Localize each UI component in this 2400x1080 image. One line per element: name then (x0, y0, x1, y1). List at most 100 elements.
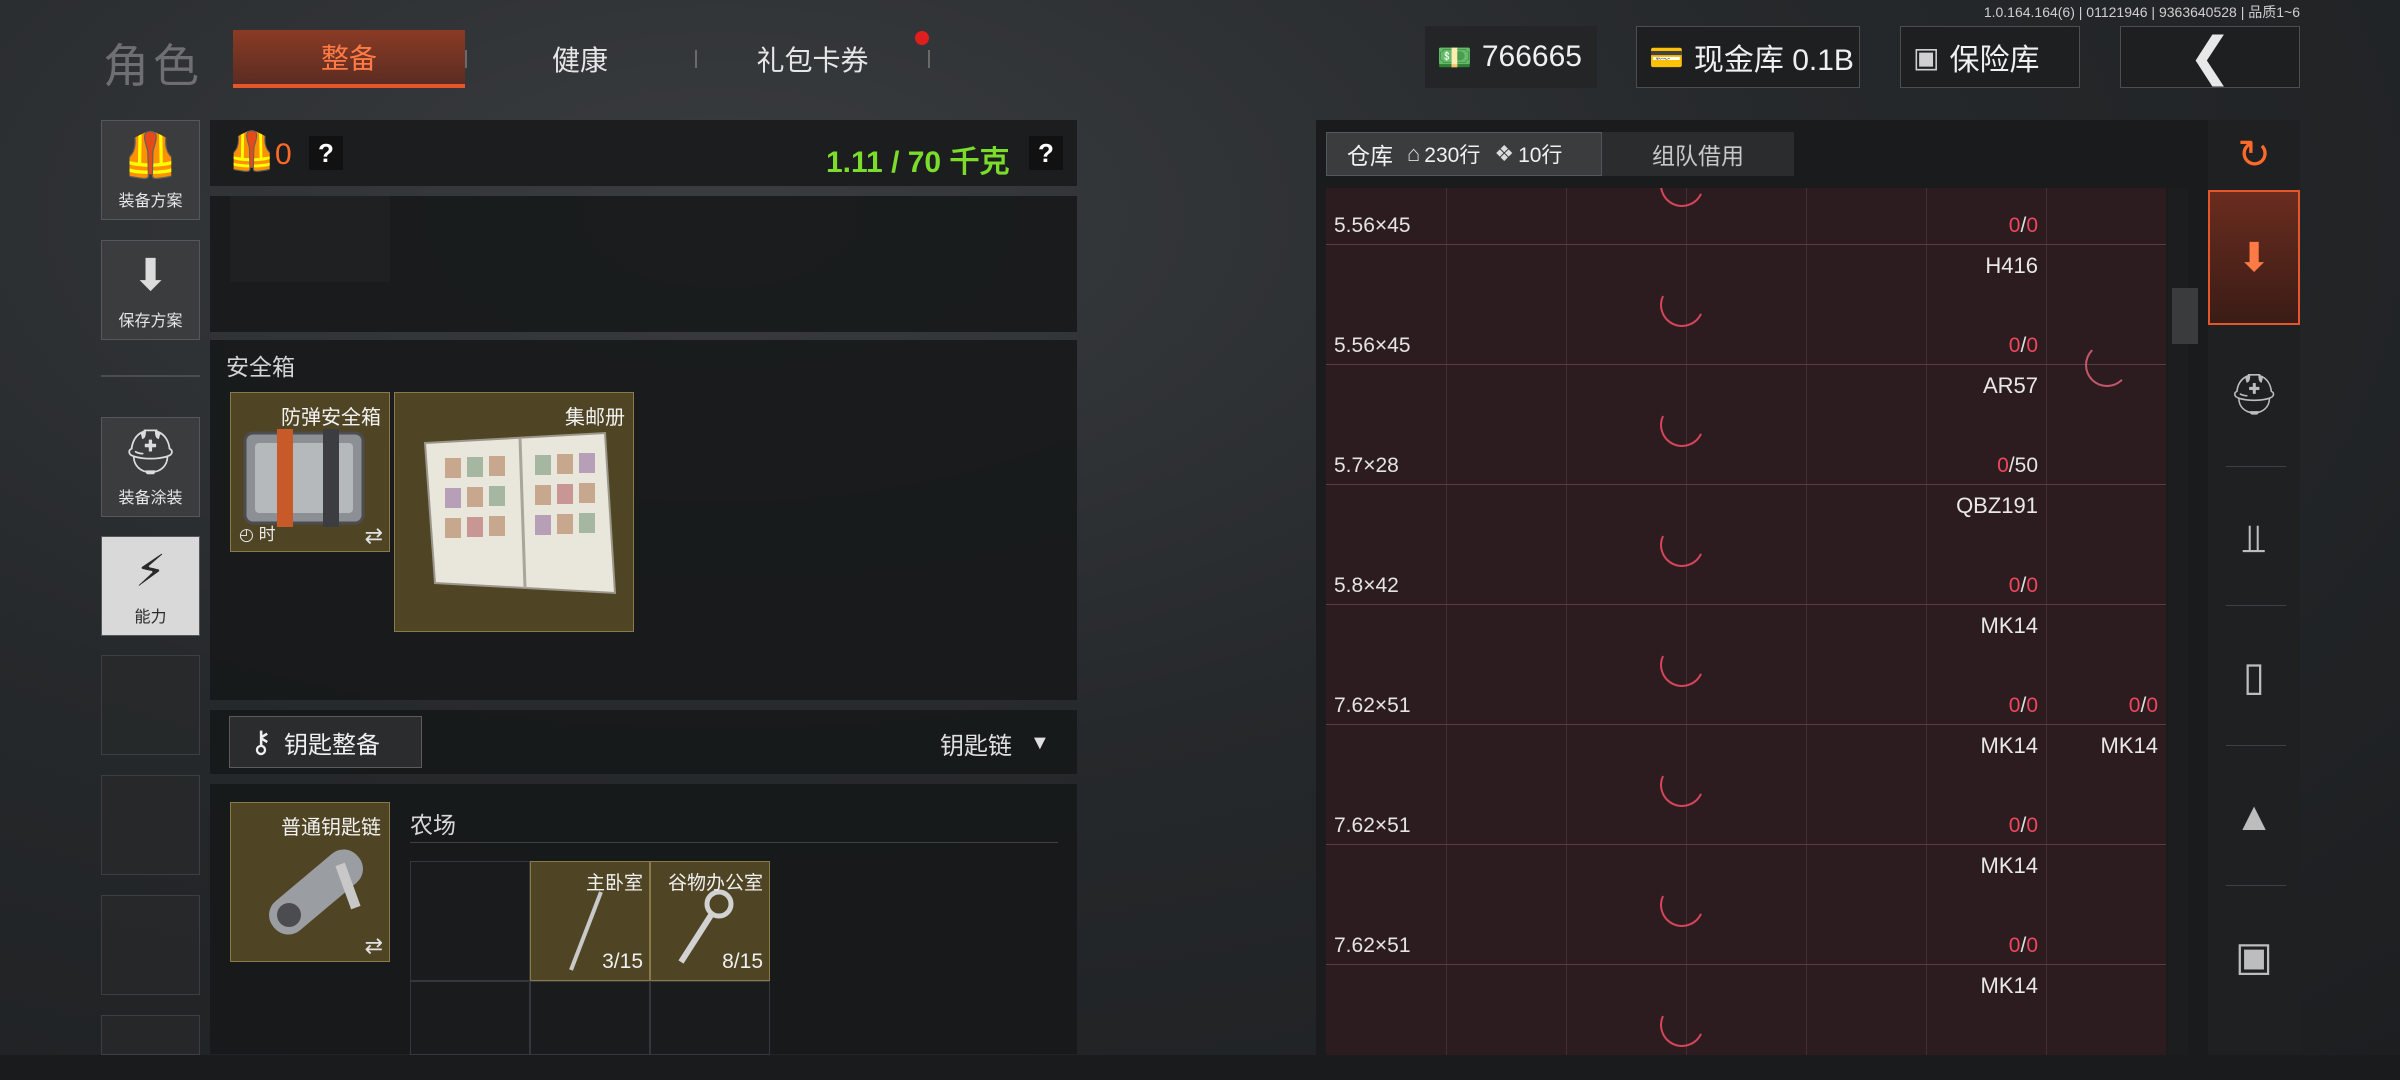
gear-slot[interactable] (230, 196, 390, 282)
ammo-loaded: 0 (2008, 574, 2021, 597)
insurance-button[interactable]: ▣ 保险库 (1900, 26, 2080, 88)
stash-row[interactable]: QBZ191 5.8×42 0/0 (1326, 484, 2166, 604)
rail-ability[interactable]: ⚡ 能力 (101, 536, 200, 636)
divider (2226, 466, 2286, 467)
sort-icon[interactable]: ⬇ (2208, 190, 2300, 325)
tab-team-borrow[interactable]: 组队借用 (1602, 132, 1794, 176)
key-name: 主卧室 (585, 873, 643, 894)
swap-icon[interactable]: ⇄ (365, 523, 383, 549)
grid-column-line (2046, 245, 2047, 364)
tab-equip[interactable]: 整备 (233, 30, 465, 88)
stash-row[interactable]: MK14 (1326, 964, 2166, 1055)
tab-divider (928, 50, 930, 68)
grid-column-line (1566, 365, 1567, 484)
ammo-loaded: 0 (2008, 814, 2021, 837)
stamp-album-item[interactable]: 集邮册 (394, 392, 634, 632)
grid-column-line (1566, 725, 1567, 844)
loading-spinner (1653, 276, 1711, 334)
stash-row[interactable]: AR57 5.7×28 0/50 (1326, 364, 2166, 484)
grid-column-line (2046, 845, 2047, 964)
ammo-loaded: 0 (1997, 454, 2009, 477)
key-slot-empty[interactable] (650, 981, 770, 1055)
grid-column-line (1446, 245, 1447, 364)
stack-refresh-icon[interactable]: ↻ (2208, 120, 2300, 190)
grid-column-line (1446, 188, 1447, 244)
grid-column-line (2046, 365, 2047, 484)
ammo-count: 0/0 (2009, 814, 2038, 838)
download-icon: ⬇ (132, 251, 169, 300)
rail-save-plan[interactable]: ⬇ 保存方案 (101, 240, 200, 340)
loading-spinner (1653, 876, 1711, 934)
ammo-loaded: 0 (2008, 214, 2021, 237)
tab-stash[interactable]: 仓库 ⌂ 230行 ❖ 10行 (1326, 132, 1602, 176)
weapon-name: H416 (1985, 253, 2038, 278)
ammo-count: 0/0 (2009, 694, 2038, 718)
key-slot[interactable]: 主卧室 3/15 (530, 861, 650, 981)
magazine-icon[interactable]: ▯ (2208, 608, 2300, 746)
vest-icon: 🦺 (228, 131, 276, 173)
page-title: 角色 (103, 40, 203, 92)
grid-column-line (1926, 365, 1927, 484)
keychain-select[interactable]: 钥匙链 ▼ (940, 726, 1050, 761)
grid-column-line (1926, 188, 1927, 244)
stash-row[interactable]: MK14 7.62×51 0/0 0/0 (1326, 604, 2166, 724)
stash-row[interactable]: 5.56×45 0/0 (1326, 188, 2166, 244)
ammo-icon[interactable]: ▲ (2208, 748, 2300, 886)
weapon-name: MK14 (1980, 973, 2038, 998)
tab-health[interactable]: 健康 (465, 30, 695, 88)
grid-column-line (2046, 485, 2047, 604)
grid-column-line (1926, 845, 1927, 964)
back-button[interactable]: ❮ (2120, 26, 2300, 88)
swap-icon[interactable]: ⇄ (365, 933, 383, 959)
rifle-icon[interactable]: ⫫ (2208, 470, 2300, 608)
keychain-item[interactable]: 普通钥匙链 ⇄ (230, 802, 390, 962)
caliber-label: 5.56×45 (1334, 334, 1411, 357)
divider (2226, 885, 2286, 886)
stash-row[interactable]: H416 5.56×45 0/0 (1326, 244, 2166, 364)
key-slot[interactable]: 谷物办公室 8/15 (650, 861, 770, 981)
key-slot-empty[interactable] (410, 981, 530, 1055)
safe-label: 安全箱 (226, 354, 295, 380)
ammo-capacity: 0 (2026, 814, 2038, 837)
scope-icon[interactable]: ▣ (2208, 888, 2300, 1026)
weapon-name: QBZ191 (1956, 493, 2038, 518)
ammo-count: 0/0 (2009, 214, 2038, 238)
stash-row[interactable]: MK14 7.62×51 0/0 (1326, 844, 2166, 964)
helmet-icon[interactable]: ⛑ (2208, 325, 2300, 463)
help-button[interactable]: ? (309, 136, 343, 170)
grid-column-line (1806, 725, 1807, 844)
ammo-capacity: 0 (2026, 934, 2038, 957)
caliber-label: 5.56×45 (1334, 214, 1411, 237)
loading-spinner (1653, 636, 1711, 694)
grid-column-line (1926, 245, 1927, 364)
loading-spinner (1653, 516, 1711, 574)
scrollbar-thumb[interactable] (2172, 288, 2198, 344)
stash-row[interactable]: MK14 7.62×51 0/0 MK14 (1326, 724, 2166, 844)
rail-loadout-plan[interactable]: 🦺 装备方案 (101, 120, 200, 220)
rail-empty-slot (101, 655, 200, 755)
grid-column-line (1566, 605, 1567, 724)
rail-empty-slot (101, 775, 200, 875)
safe-box-item[interactable]: 防弹安全箱 ◴ 时 ⇄ (230, 392, 390, 552)
ammo-loaded: 0 (2008, 934, 2021, 957)
grid-column-line (1446, 605, 1447, 724)
insurance-label: 保险库 (1949, 44, 2040, 77)
ammo-loaded: 0 (2128, 694, 2141, 717)
help-button[interactable]: ? (1029, 136, 1063, 170)
tag-icon: ❖ (1494, 141, 1515, 166)
grid-column-line (2046, 965, 2047, 1055)
grid-column-line (1926, 605, 1927, 724)
loading-spinner (1653, 996, 1711, 1054)
tab-gift[interactable]: 礼包卡券 (695, 30, 930, 88)
key-slot-empty[interactable] (530, 981, 650, 1055)
rail-empty-slot (101, 895, 200, 995)
key-gear-button[interactable]: ⚷ 钥匙整备 (229, 716, 422, 768)
grid-column-line (1446, 725, 1447, 844)
cash-vault-button[interactable]: 💳 现金库 0.1B (1636, 26, 1860, 88)
rail-skin[interactable]: ⛑ 装备涂装 (101, 417, 200, 517)
grid-column-line (1806, 845, 1807, 964)
key-slot-empty[interactable] (410, 861, 530, 981)
loading-spinner (1653, 396, 1711, 454)
weapon-name: MK14 (1980, 853, 2038, 878)
grid-column-line (1806, 245, 1807, 364)
